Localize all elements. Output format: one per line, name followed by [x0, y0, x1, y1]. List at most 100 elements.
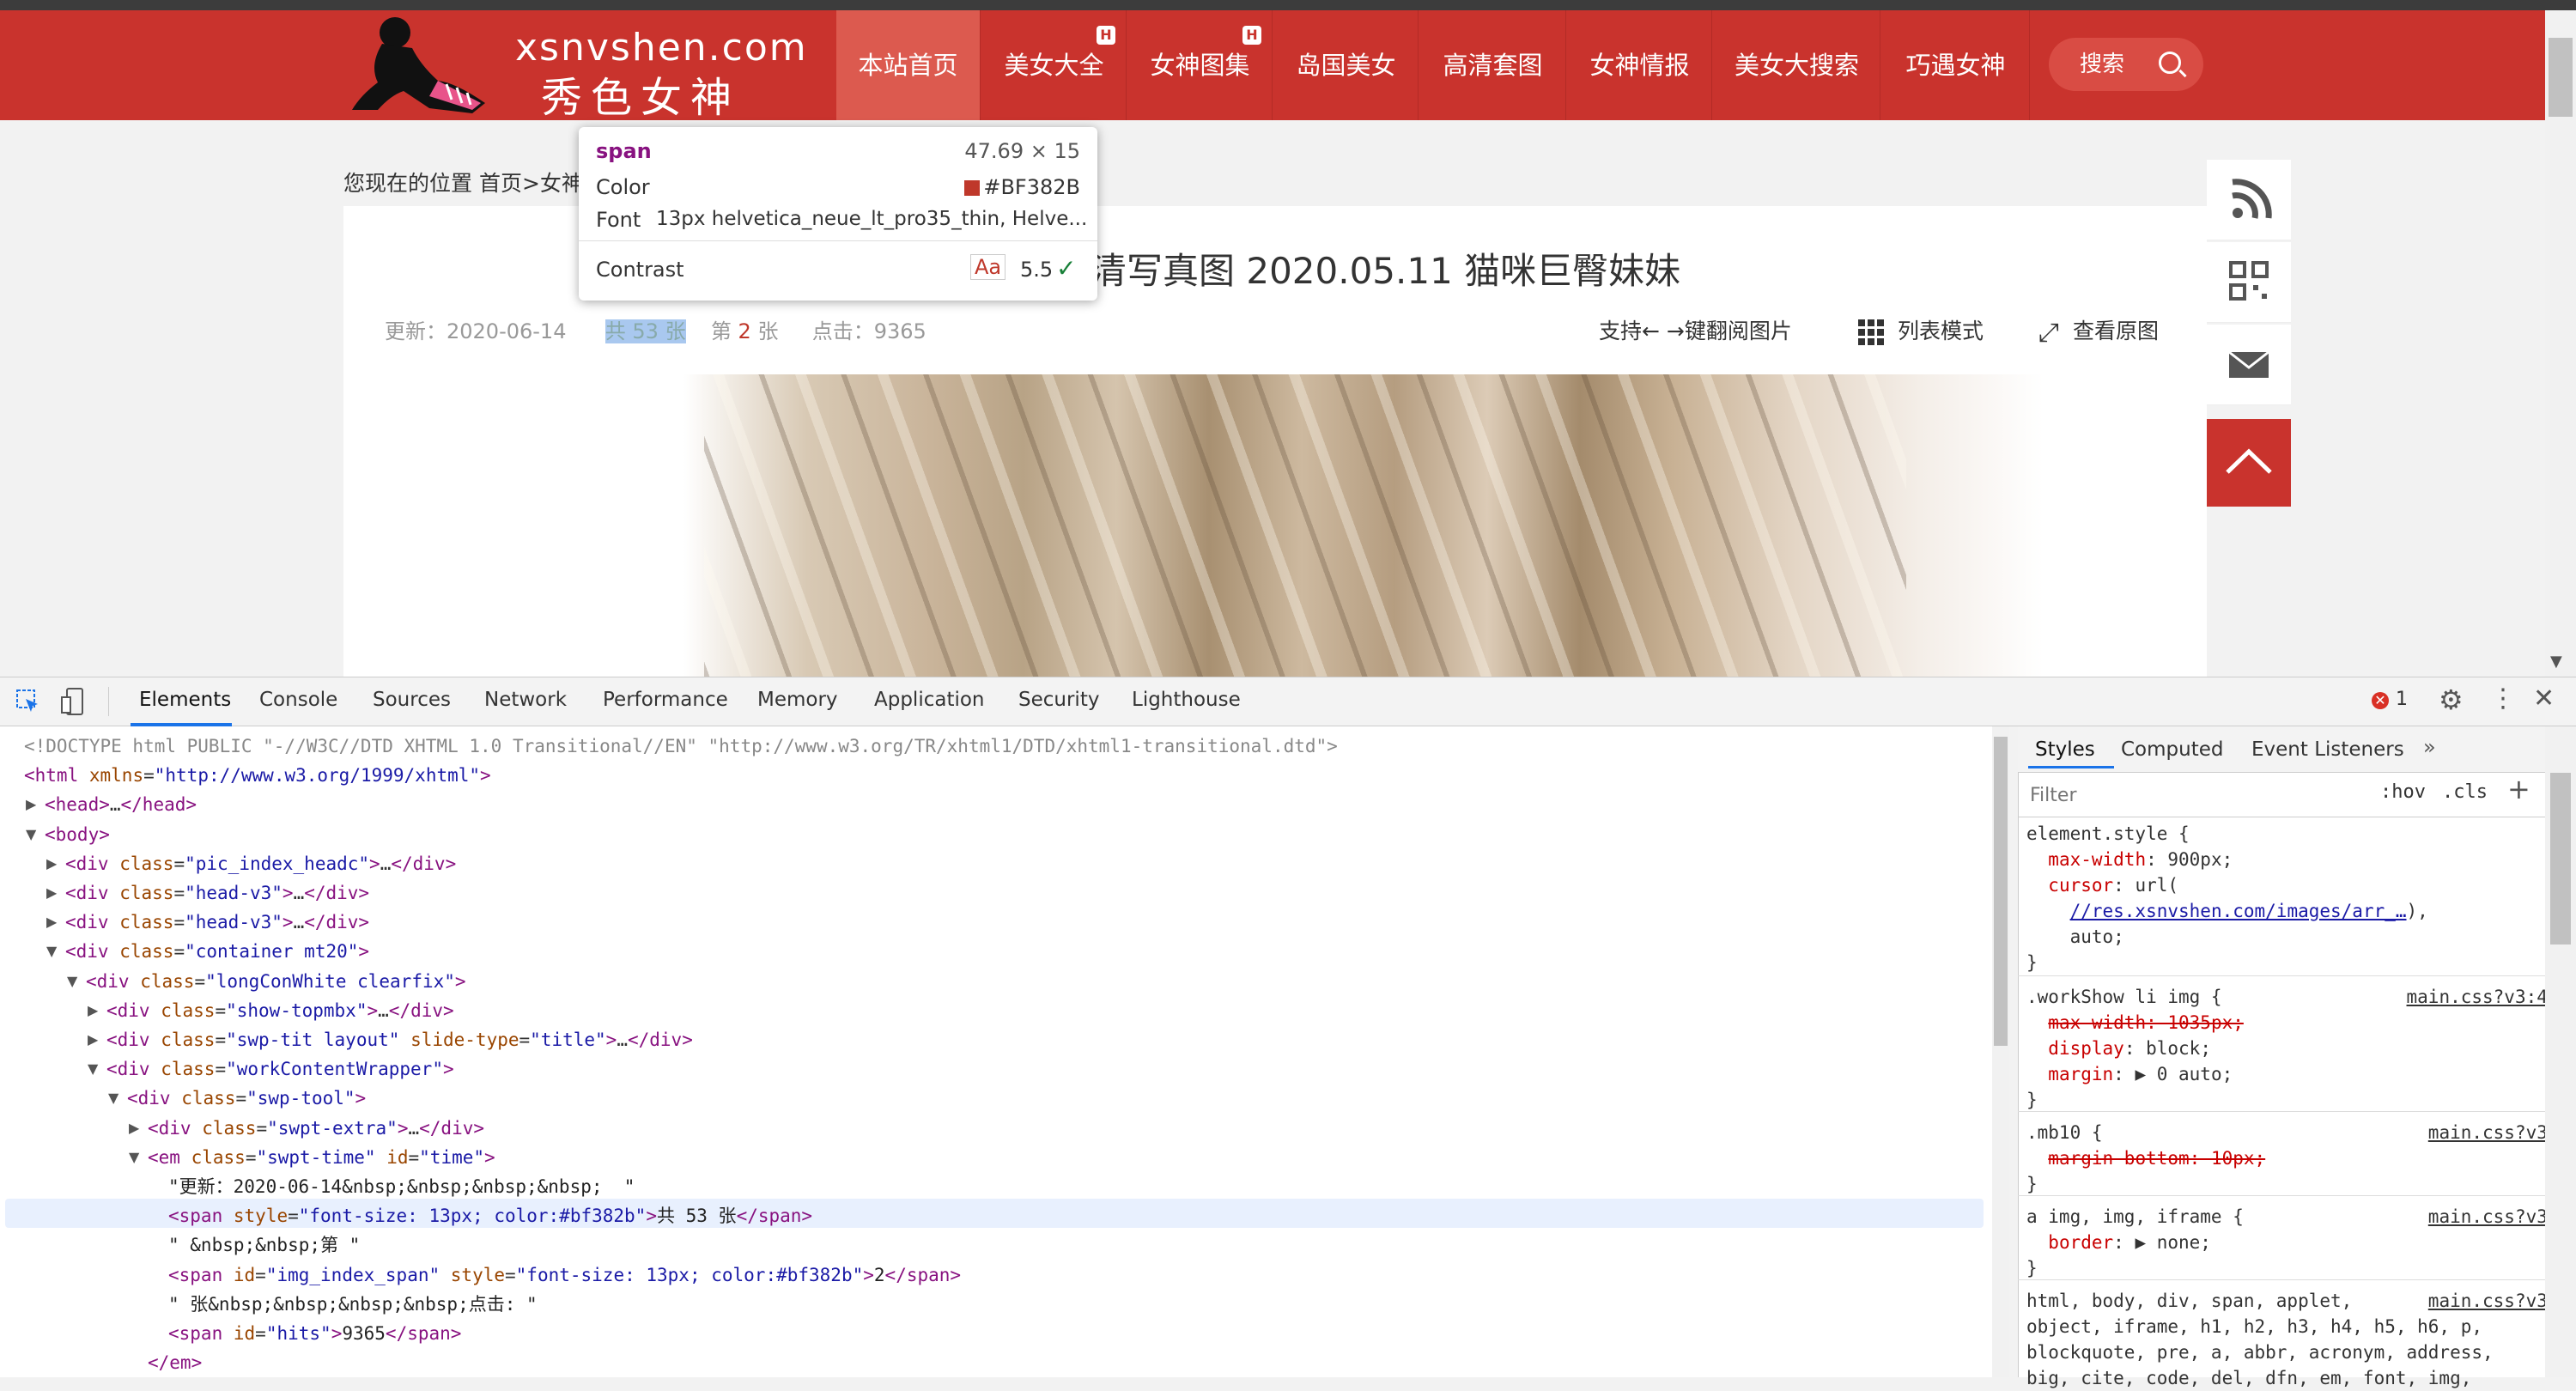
dom-node-line[interactable]: <div class="head-v3">…</div> — [65, 878, 369, 908]
styles-tab-computed[interactable]: Computed — [2121, 738, 2223, 761]
dom-node-line[interactable]: <em class="swpt-time" id="time"> — [148, 1143, 495, 1172]
dom-toggle-arrow-icon[interactable]: ▼ — [26, 820, 36, 849]
breadcrumb[interactable]: 您现在的位置 首页>女神图 — [343, 167, 605, 197]
dom-node-line[interactable]: <div class="workContentWrapper"> — [106, 1054, 454, 1084]
style-rule-line[interactable]: html, body, div, span, applet, main.css?… — [2026, 1288, 2569, 1314]
devtools-tab-sources[interactable]: Sources — [373, 689, 451, 711]
email-button[interactable] — [2207, 325, 2291, 405]
cls-toggle[interactable]: .cls — [2442, 781, 2488, 803]
style-rule-line[interactable]: } — [2026, 1255, 2038, 1281]
error-count[interactable]: 1 — [2396, 689, 2408, 710]
close-devtools-icon[interactable]: ✕ — [2533, 683, 2555, 714]
style-rule-line[interactable]: } — [2026, 950, 2038, 975]
devtools-tab-network[interactable]: Network — [484, 689, 567, 711]
style-rule-line[interactable]: margin-bottom: 10px; — [2026, 1145, 2265, 1171]
style-rule-line[interactable]: cursor: url( — [2026, 872, 2178, 898]
settings-gear-icon[interactable]: ⚙ — [2439, 683, 2464, 716]
dom-node-line[interactable]: <!DOCTYPE html PUBLIC "-//W3C//DTD XHTML… — [24, 732, 1338, 761]
devtools-tab-application[interactable]: Application — [874, 689, 985, 711]
more-options-icon[interactable]: ⋮ — [2490, 683, 2516, 714]
devtools-tab-lighthouse[interactable]: Lighthouse — [1132, 689, 1241, 711]
style-rule-line[interactable]: max-width: 1035px; — [2026, 1010, 2244, 1036]
dom-toggle-arrow-icon[interactable]: ▼ — [46, 937, 57, 966]
style-rule-line[interactable]: a img, img, iframe { main.css?v3:1 — [2026, 1204, 2569, 1230]
dom-node-line[interactable]: " &nbsp;&nbsp;第 " — [168, 1230, 360, 1260]
view-original-button[interactable]: ⤢ 查看原图 — [2038, 314, 2159, 348]
styles-tab-styles[interactable]: Styles — [2035, 738, 2095, 761]
styles-tab-event-listeners[interactable]: Event Listeners — [2251, 738, 2404, 761]
qrcode-button[interactable] — [2207, 242, 2291, 323]
dom-toggle-arrow-icon[interactable]: ▼ — [88, 1054, 98, 1084]
rss-button[interactable] — [2207, 160, 2291, 240]
dom-node-line[interactable]: <span id="hits">9365</span> — [168, 1319, 461, 1348]
nav-item-4[interactable]: 岛国美女 — [1274, 10, 1419, 120]
style-rule-line[interactable]: //res.xsnvshen.com/images/arr_…), — [2026, 898, 2428, 924]
dom-node-line[interactable]: <span style="font-size: 13px; color:#bf3… — [168, 1201, 812, 1230]
dom-node-line[interactable]: "更新：2020-06-14&nbsp;&nbsp;&nbsp;&nbsp; " — [168, 1172, 635, 1201]
dom-node-line[interactable]: <div class="show-topmbx">…</div> — [106, 996, 454, 1025]
more-tabs-chevron-icon[interactable]: » — [2423, 735, 2436, 759]
devtools-tab-console[interactable]: Console — [259, 689, 337, 711]
dom-node-line[interactable]: <html xmlns="http://www.w3.org/1999/xhtm… — [24, 761, 491, 790]
elements-scrollbar-thumb[interactable] — [1994, 737, 2008, 1046]
dom-node-line[interactable]: <span id="img_index_span" style="font-si… — [168, 1260, 961, 1290]
dom-toggle-arrow-icon[interactable]: ▶ — [129, 1114, 139, 1143]
nav-item-2[interactable]: 美女大全 H — [982, 10, 1127, 120]
dom-node-line[interactable]: <div class="swp-tit layout" slide-type="… — [106, 1025, 693, 1054]
nav-item-8[interactable]: 巧遇女神 — [1882, 10, 2030, 120]
dom-node-line[interactable]: <div class="swpt-extra">…</div> — [148, 1114, 484, 1143]
dom-node-line[interactable]: <div class="pic_index_headc">…</div> — [65, 849, 456, 878]
nav-item-7[interactable]: 美女大搜索 — [1714, 10, 1880, 120]
site-logo[interactable]: xsnvshen.com 秀色女神 — [343, 10, 806, 122]
dom-node-line[interactable]: <div class="longConWhite clearfix"> — [86, 967, 466, 996]
nav-item-3[interactable]: 女神图集 H — [1128, 10, 1273, 120]
inspect-element-icon[interactable] — [15, 689, 41, 714]
error-icon[interactable]: ✕ — [2372, 692, 2389, 709]
style-rule-line[interactable]: auto; — [2026, 924, 2124, 950]
devtools-tab-security[interactable]: Security — [1018, 689, 1099, 711]
dom-node-line[interactable]: <div class="swp-tool"> — [127, 1084, 366, 1113]
dom-toggle-arrow-icon[interactable]: ▶ — [88, 1025, 98, 1054]
style-rule-line[interactable]: border: ▶ none; — [2026, 1230, 2211, 1255]
devtools-tab-memory[interactable]: Memory — [757, 689, 838, 711]
dom-toggle-arrow-icon[interactable]: ▼ — [129, 1143, 139, 1172]
dom-toggle-arrow-icon[interactable]: ▼ — [67, 967, 77, 996]
style-rule-line[interactable]: .workShow li img { main.css?v3:454 — [2026, 984, 2569, 1010]
dom-toggle-arrow-icon[interactable]: ▶ — [88, 996, 98, 1025]
devtools-tab-performance[interactable]: Performance — [603, 689, 728, 711]
style-rule-line[interactable]: big, cite, code, del, dfn, em, font, img… — [2026, 1365, 2471, 1391]
dom-node-line[interactable]: <div class="head-v3">…</div> — [65, 908, 369, 937]
back-to-top-button[interactable] — [2207, 419, 2291, 507]
dom-node-line[interactable]: <body> — [45, 820, 110, 849]
style-rule-line[interactable]: } — [2026, 1171, 2038, 1197]
dom-toggle-arrow-icon[interactable]: ▶ — [26, 790, 36, 819]
style-rule-line[interactable]: object, iframe, h1, h2, h3, h4, h5, h6, … — [2026, 1314, 2482, 1339]
dom-node-line[interactable]: </em> — [148, 1348, 202, 1377]
page-scrollbar-thumb[interactable] — [2549, 38, 2573, 117]
hov-toggle[interactable]: :hov — [2380, 781, 2426, 803]
dom-node-line[interactable]: <head>…</head> — [45, 790, 197, 819]
dom-node-line[interactable]: <div class="container mt20"> — [65, 937, 369, 966]
nav-item-6[interactable]: 女神情报 — [1568, 10, 1712, 120]
dom-toggle-arrow-icon[interactable]: ▶ — [46, 908, 57, 937]
device-toolbar-icon[interactable] — [60, 687, 86, 716]
style-rule-line[interactable]: display: block; — [2026, 1036, 2211, 1061]
nav-item-5[interactable]: 高清套图 — [1420, 10, 1566, 120]
dom-node-line[interactable]: " 张&nbsp;&nbsp;&nbsp;&nbsp;点击: " — [168, 1290, 538, 1319]
style-rule-line[interactable]: blockquote, pre, a, abbr, acronym, addre… — [2026, 1339, 2494, 1365]
nav-item-1[interactable]: 本站首页 — [836, 10, 981, 120]
styles-scrollbar-thumb[interactable] — [2550, 773, 2571, 945]
style-rule-line[interactable]: .mb10 { main.css?v3:1 — [2026, 1120, 2569, 1145]
styles-filter-input[interactable] — [2023, 778, 2358, 812]
dom-toggle-arrow-icon[interactable]: ▶ — [46, 878, 57, 908]
search-button[interactable]: 搜索 — [2049, 38, 2203, 91]
dom-toggle-arrow-icon[interactable]: ▼ — [108, 1084, 118, 1113]
devtools-tab-elements[interactable]: Elements — [139, 689, 231, 711]
style-rule-line[interactable]: margin: ▶ 0 auto; — [2026, 1061, 2233, 1087]
scroll-down-arrow-icon[interactable]: ▼ — [2550, 653, 2562, 671]
new-rule-plus-icon[interactable]: + — [2507, 773, 2530, 805]
list-mode-button[interactable]: 列表模式 — [1858, 314, 1984, 345]
style-rule-line[interactable]: element.style { — [2026, 821, 2190, 847]
style-rule-line[interactable]: max-width: 900px; — [2026, 847, 2233, 872]
dom-toggle-arrow-icon[interactable]: ▶ — [46, 849, 57, 878]
